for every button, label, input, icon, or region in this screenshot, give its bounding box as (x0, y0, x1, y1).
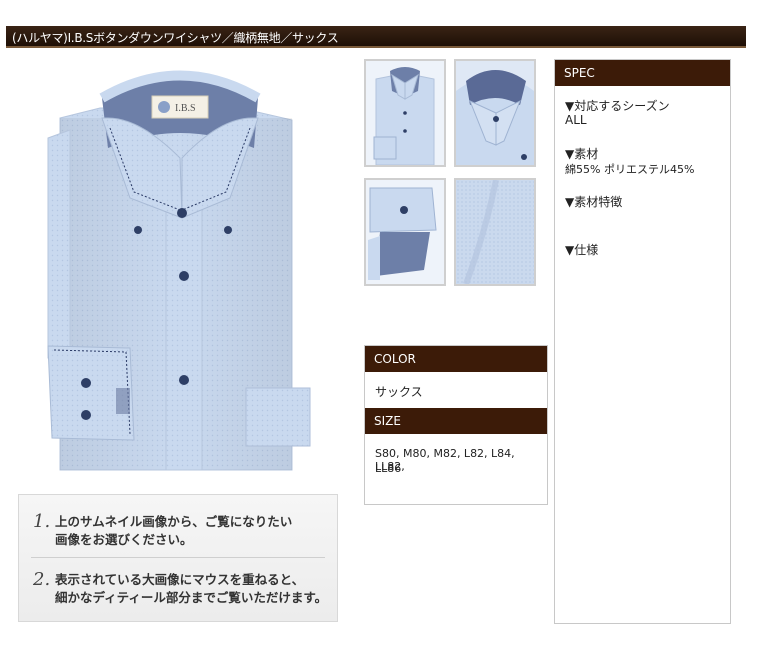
thumbnail-front[interactable] (364, 59, 446, 167)
color-value: サックス (375, 385, 423, 399)
thumbnail-cuff-image (366, 180, 444, 284)
brand-tag: I.B.S (175, 103, 196, 114)
shirt-illustration: I.B.S (47, 70, 311, 471)
spec-heading-bar: SPEC (555, 60, 730, 86)
spec-panel: SPEC ▼対応するシーズン ALL ▼素材 綿55% ポリエステル45% ▼素… (554, 59, 731, 624)
spec-heading: SPEC (564, 66, 595, 80)
product-title: (ハルヤマ)I.B.Sボタンダウンワイシャツ／織柄無地／サックス (12, 31, 339, 45)
thumbnail-fabric-image (456, 180, 534, 284)
thumbnail-front-image (366, 61, 444, 165)
step2-number: 2. (33, 569, 51, 590)
color-size-panel: COLOR サックス SIZE S80, M80, M82, L82, L84,… (364, 345, 548, 505)
color-heading-bar: COLOR (365, 346, 547, 372)
material-value: 綿55% ポリエステル45% (565, 163, 695, 176)
thumbnail-cuff[interactable] (364, 178, 446, 286)
step1-number: 1. (33, 511, 51, 532)
size-values-line2: LL86 (375, 462, 402, 475)
thumbnail-fabric[interactable] (454, 178, 536, 286)
size-heading: SIZE (374, 414, 401, 428)
step2-line1: 表示されている大画像にマウスを重ねると、 (55, 572, 305, 587)
thumbnail-collar[interactable] (454, 59, 536, 167)
season-label: ▼対応するシーズン (565, 99, 670, 113)
product-title-bar: (ハルヤマ)I.B.Sボタンダウンワイシャツ／織柄無地／サックス (6, 26, 746, 48)
material-label: ▼素材 (565, 147, 599, 161)
main-product-image[interactable]: I.B.S (30, 58, 330, 476)
usage-guide: 1. 上のサムネイル画像から、ご覧になりたい 画像をお選びください。 2. 表示… (18, 494, 338, 622)
material-feature-label: ▼素材特徴 (565, 195, 623, 209)
size-heading-bar: SIZE (365, 408, 547, 434)
spec-label: ▼仕様 (565, 243, 599, 257)
season-value: ALL (565, 113, 587, 127)
thumbnail-collar-image (456, 61, 534, 165)
step2-line2: 細かなディティール部分までご覧いただけます。 (55, 590, 328, 605)
step1-line2: 画像をお選びください。 (55, 532, 193, 547)
color-heading: COLOR (374, 352, 416, 366)
step1-line1: 上のサムネイル画像から、ご覧になりたい (55, 514, 293, 529)
guide-divider (31, 557, 325, 558)
